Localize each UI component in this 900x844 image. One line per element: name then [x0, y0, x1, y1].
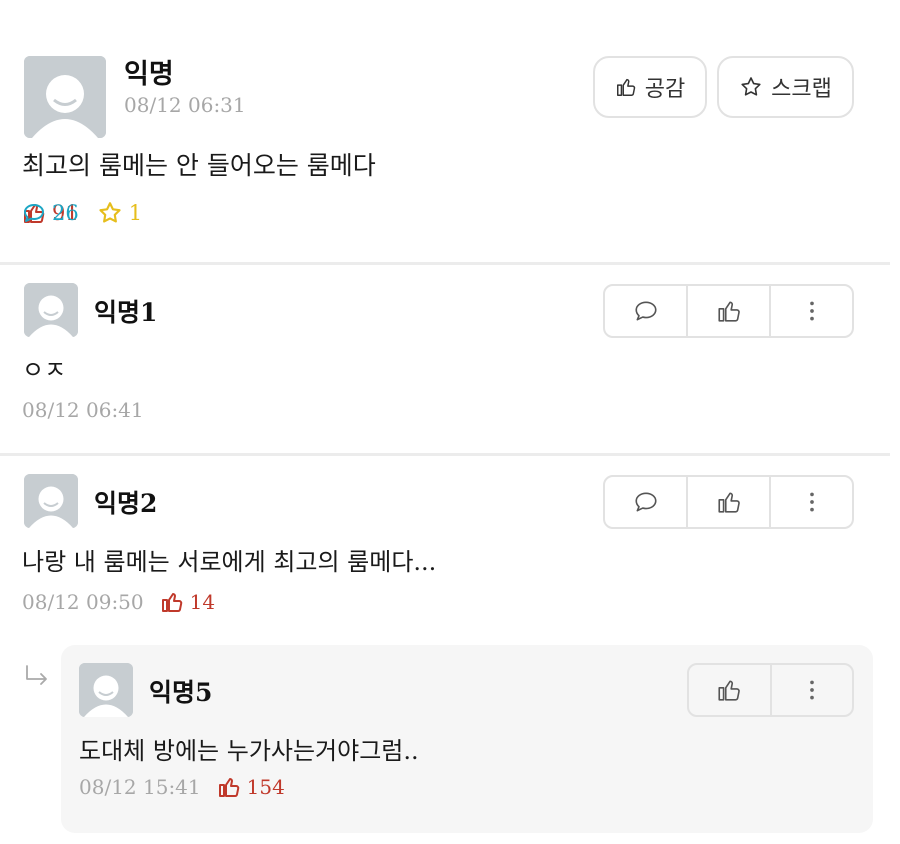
comment-actions [603, 475, 854, 529]
reply-like-count: 154 [217, 775, 285, 799]
avatar-icon [24, 474, 78, 528]
post-stats: 91 26 1 [22, 196, 160, 230]
avatar [24, 474, 78, 528]
reply-content: 도대체 방에는 누가사는거야그럼.. [79, 737, 419, 765]
reply-item: 익명5 도대체 방에는 누가사는거야그럼.. 08/12 15:41 154 [61, 645, 873, 833]
avatar-icon [24, 283, 78, 337]
speech-bubble-icon [634, 492, 657, 512]
reply-author: 익명5 [149, 678, 213, 707]
thumbs-up-icon [717, 492, 740, 513]
thumbs-up-icon [717, 301, 740, 322]
like-count: 14 [189, 590, 216, 614]
comment-actions [603, 284, 854, 338]
star-icon [741, 77, 761, 96]
comment-content: ㅇㅈ [22, 356, 67, 384]
comment-like-count: 14 [160, 590, 215, 614]
reply-actions [687, 663, 854, 717]
comment-stat: 26 [22, 201, 900, 225]
more-vertical-icon [809, 301, 814, 321]
post-author: 익명 [124, 59, 174, 90]
more-button[interactable] [771, 477, 852, 527]
comment-meta: 08/12 06:41 [22, 398, 144, 422]
divider [0, 262, 890, 265]
thumbs-up-icon [616, 78, 635, 96]
like-count: 154 [246, 775, 285, 799]
thumbs-up-icon [218, 778, 239, 797]
reply-meta: 08/12 15:41 154 [79, 775, 285, 799]
like-button[interactable] [689, 665, 772, 715]
more-button[interactable] [772, 665, 853, 715]
reply-button[interactable] [605, 286, 688, 336]
more-vertical-icon [809, 680, 814, 700]
speech-bubble-icon [634, 301, 657, 321]
comment-content: 나랑 내 룸메는 서로에게 최고의 룸메다... [22, 548, 437, 576]
thumbs-up-icon [718, 680, 741, 701]
avatar [24, 283, 78, 337]
more-button[interactable] [771, 286, 852, 336]
more-vertical-icon [809, 492, 814, 512]
speech-bubble-icon [24, 204, 44, 222]
scrap-button[interactable]: 스크랩 [717, 56, 854, 118]
thumbs-up-icon [161, 593, 182, 612]
comment-author: 익명1 [94, 298, 158, 327]
comment-time: 08/12 09:50 [22, 590, 144, 614]
avatar [24, 56, 106, 138]
comment-count: 26 [52, 201, 79, 225]
divider [0, 453, 890, 456]
reply-time: 08/12 15:41 [79, 775, 201, 799]
like-button[interactable] [688, 477, 771, 527]
empathy-label: 공감 [644, 76, 686, 101]
avatar-icon [79, 663, 133, 717]
like-button[interactable] [688, 286, 771, 336]
avatar [79, 663, 133, 717]
reply-arrow-icon [26, 665, 47, 685]
empathy-button[interactable]: 공감 [593, 56, 707, 118]
post-content: 최고의 룸메는 안 들어오는 룸메다 [22, 151, 376, 180]
post-time: 08/12 06:31 [124, 93, 246, 117]
avatar-icon [24, 56, 106, 138]
scrap-label: 스크랩 [771, 76, 832, 101]
comment-meta: 08/12 09:50 14 [22, 590, 215, 614]
comment-time: 08/12 06:41 [22, 398, 144, 422]
post: 익명 08/12 06:31 공감 스크랩 최고의 룸메는 안 들어오는 룸메다… [0, 0, 900, 262]
comment-author: 익명2 [94, 489, 158, 518]
reply-button[interactable] [605, 477, 688, 527]
